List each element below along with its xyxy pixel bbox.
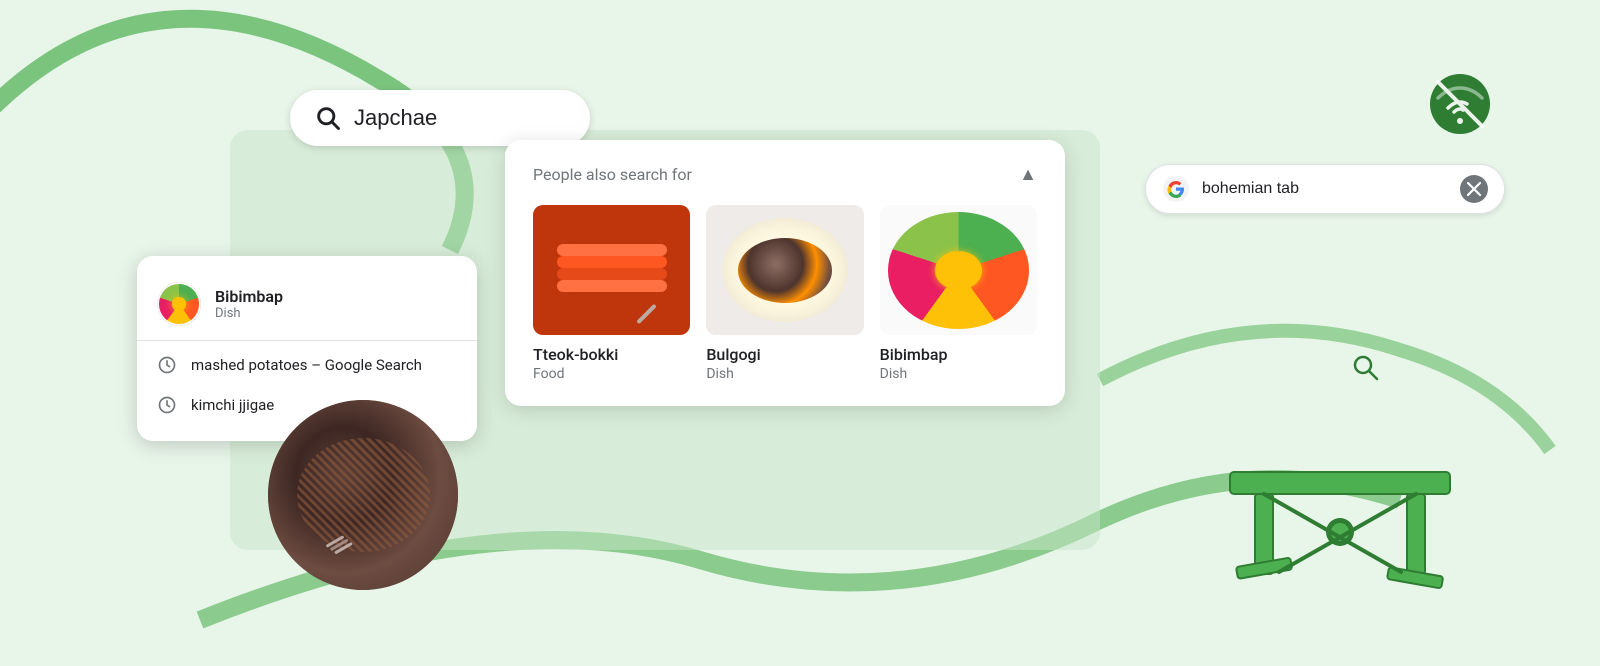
food-cards-container: Tteok-bokki Food Bulgogi Dish Bibimbap D… bbox=[533, 205, 1037, 382]
tteokbokki-type: Food bbox=[533, 366, 690, 382]
autocomplete-top-result[interactable]: Bibimbap Dish bbox=[137, 272, 477, 341]
autocomplete-item-subtitle: Dish bbox=[215, 306, 283, 321]
history-text-2: kimchi jjigae bbox=[191, 396, 274, 414]
tteokbokki-image bbox=[533, 205, 690, 335]
bibimbap-type: Dish bbox=[880, 366, 1037, 382]
search-icon bbox=[314, 104, 342, 132]
close-icon bbox=[1467, 182, 1481, 196]
table-decoration bbox=[1225, 442, 1455, 606]
bibimbap-image bbox=[880, 205, 1037, 335]
bibimbap-name: Bibimbap bbox=[880, 345, 1037, 364]
bulgogi-name: Bulgogi bbox=[706, 345, 863, 364]
japchae-visual bbox=[268, 400, 458, 590]
main-search-bar[interactable] bbox=[290, 90, 590, 146]
panel-chevron-icon[interactable]: ▲ bbox=[1019, 164, 1037, 185]
google-search-bar[interactable] bbox=[1145, 164, 1505, 214]
clock-icon bbox=[157, 355, 177, 375]
autocomplete-thumb bbox=[157, 282, 201, 326]
panel-header: People also search for ▲ bbox=[533, 164, 1037, 185]
tteokbokki-name: Tteok-bokki bbox=[533, 345, 690, 364]
panel-title: People also search for bbox=[533, 165, 692, 184]
bulgogi-type: Dish bbox=[706, 366, 863, 382]
food-image-circle bbox=[268, 400, 458, 590]
autocomplete-text: Bibimbap Dish bbox=[215, 287, 283, 321]
main-search-input[interactable] bbox=[354, 105, 566, 131]
people-search-panel: People also search for ▲ Tteok-bokki Foo… bbox=[505, 140, 1065, 406]
food-card-bulgogi[interactable]: Bulgogi Dish bbox=[706, 205, 863, 382]
search-mini-decoration bbox=[1350, 352, 1382, 384]
autocomplete-history-item-1[interactable]: mashed potatoes – Google Search bbox=[137, 345, 477, 385]
bulgogi-image bbox=[706, 205, 863, 335]
wifi-off-icon bbox=[1428, 72, 1492, 136]
google-clear-button[interactable] bbox=[1460, 175, 1488, 203]
autocomplete-item-title: Bibimbap bbox=[215, 287, 283, 306]
google-logo-icon bbox=[1162, 175, 1190, 203]
history-text-1: mashed potatoes – Google Search bbox=[191, 356, 422, 374]
clock-icon-2 bbox=[157, 395, 177, 415]
food-card-bibimbap[interactable]: Bibimbap Dish bbox=[880, 205, 1037, 382]
google-search-input[interactable] bbox=[1202, 180, 1448, 198]
food-card-tteokbokki[interactable]: Tteok-bokki Food bbox=[533, 205, 690, 382]
